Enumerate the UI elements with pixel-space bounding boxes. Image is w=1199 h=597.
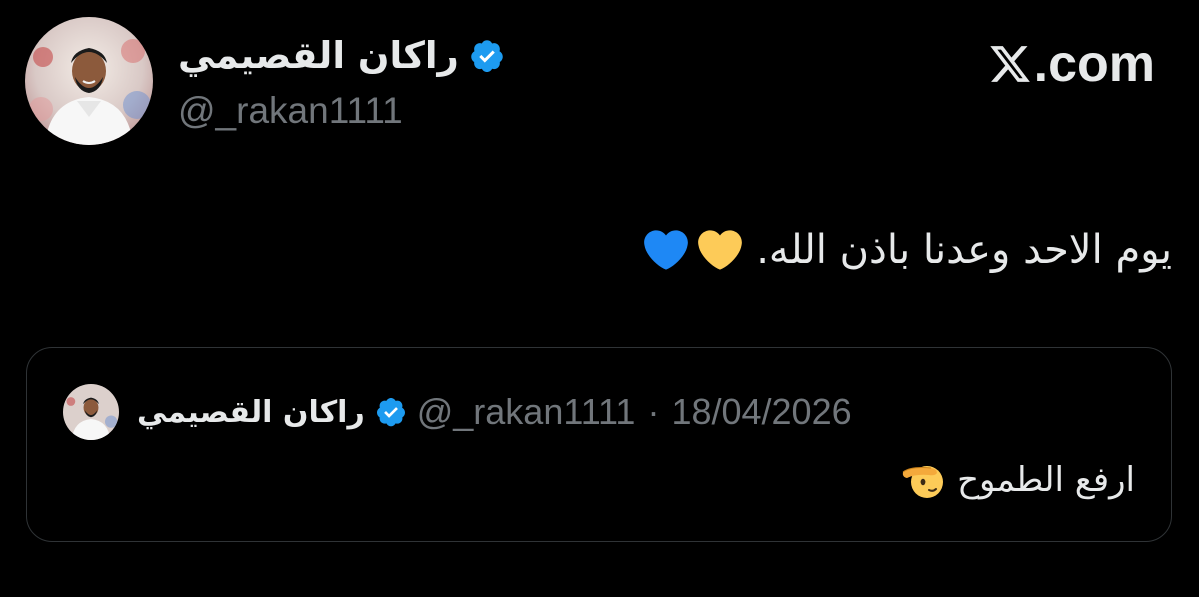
quoted-body: ارفع الطموح: [957, 460, 1135, 500]
quoted-date[interactable]: 18/04/2026: [671, 391, 851, 433]
author-handle[interactable]: @_rakan1111: [178, 88, 403, 134]
author-display-name[interactable]: راكان القصيمي: [178, 30, 459, 82]
blue-heart-icon: [644, 230, 689, 270]
tweet-body: يوم الاحد وعدنا باذن الله.: [756, 227, 1172, 273]
quoted-tweet-card[interactable]: راكان القصيمي @_rakan1111 · 18/04/2026 ا…: [26, 347, 1172, 542]
quoted-handle[interactable]: @_rakan1111: [417, 391, 636, 433]
tweet-emojis: [644, 228, 743, 272]
quoted-tweet-text: ارفع الطموح: [901, 460, 1135, 500]
yellow-heart-icon: [698, 230, 743, 270]
author-name-row[interactable]: راكان القصيمي: [178, 30, 505, 82]
quoted-verified-badge-icon: [376, 398, 405, 427]
author-avatar[interactable]: [25, 17, 153, 145]
site-label-text: .com: [1033, 35, 1155, 93]
tweet-text: يوم الاحد وعدنا باذن الله.: [644, 218, 1172, 282]
quoted-separator: ·: [647, 391, 660, 432]
avatar-photo: [25, 17, 153, 145]
x-logo-icon: [989, 46, 1030, 82]
site-label: .com: [988, 36, 1155, 92]
quoted-author-avatar[interactable]: [63, 384, 119, 440]
quoted-display-name[interactable]: راكان القصيمي: [137, 395, 365, 430]
quoted-tweet-header: راكان القصيمي @_rakan1111 · 18/04/2026: [63, 384, 852, 440]
saluting-face-icon: [902, 466, 944, 498]
verified-badge-icon: [471, 40, 503, 73]
avatar-photo-small: [63, 384, 119, 440]
